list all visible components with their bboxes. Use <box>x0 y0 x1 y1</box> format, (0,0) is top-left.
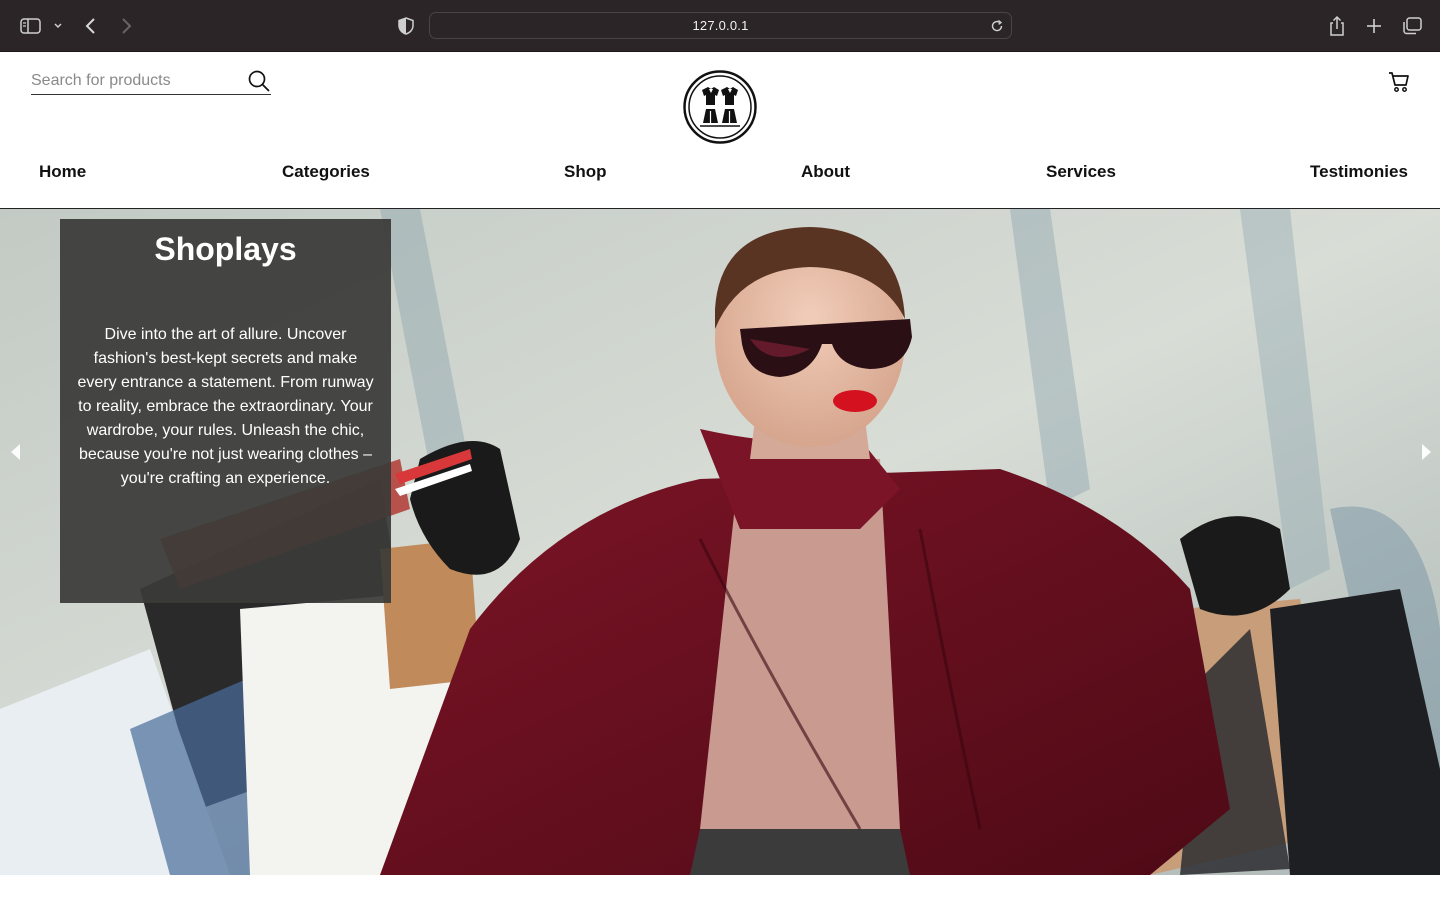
hero-caption-card: Shoplays Dive into the art of allure. Un… <box>60 219 391 603</box>
nav-testimonies[interactable]: Testimonies <box>1310 162 1408 184</box>
search-input[interactable] <box>31 70 241 92</box>
nav-shop[interactable]: Shop <box>564 162 607 184</box>
hero-description: Dive into the art of allure. Uncover fas… <box>77 326 374 487</box>
back-icon[interactable] <box>84 14 98 38</box>
tabs-icon[interactable] <box>1401 14 1423 38</box>
hero-carousel: Shoplays Dive into the art of allure. Un… <box>0 209 1440 875</box>
chevron-down-icon[interactable] <box>53 14 63 38</box>
nav-categories[interactable]: Categories <box>282 162 370 184</box>
cart-icon[interactable] <box>1387 71 1411 98</box>
chevron-left-icon[interactable] <box>6 441 26 463</box>
page-bottom <box>0 875 1440 900</box>
share-icon[interactable] <box>1327 14 1347 38</box>
plus-icon[interactable] <box>1365 14 1383 38</box>
nav-about[interactable]: About <box>801 162 850 184</box>
chevron-right-icon[interactable] <box>1416 441 1436 463</box>
shield-icon[interactable] <box>398 14 414 38</box>
nav-services[interactable]: Services <box>1046 162 1116 184</box>
url-text: 127.0.0.1 <box>692 18 749 33</box>
sidebar-icon[interactable] <box>20 14 42 38</box>
brand-logo-icon[interactable] <box>683 70 757 144</box>
nav-home[interactable]: Home <box>39 162 86 184</box>
browser-toolbar: 127.0.0.1 <box>0 0 1440 52</box>
address-bar[interactable]: 127.0.0.1 <box>429 12 1012 39</box>
search-bar <box>31 66 271 95</box>
hero-title: Shoplays <box>154 231 297 267</box>
reload-icon[interactable] <box>989 18 1005 34</box>
search-icon[interactable] <box>247 69 271 98</box>
forward-icon[interactable] <box>119 14 133 38</box>
